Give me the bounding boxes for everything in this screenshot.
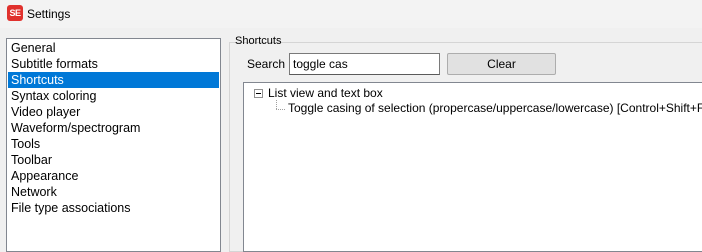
tree-item-toggle-casing[interactable]: Toggle casing of selection (propercase/u…: [288, 101, 702, 115]
search-label: Search: [247, 57, 286, 71]
sidebar-item-video-player[interactable]: Video player: [7, 104, 220, 120]
search-input[interactable]: [289, 53, 440, 75]
sidebar-item-toolbar[interactable]: Toolbar: [7, 152, 220, 168]
collapse-minus-icon[interactable]: [254, 89, 263, 98]
sidebar-item-subtitle-formats[interactable]: Subtitle formats: [7, 56, 220, 72]
sidebar-item-appearance[interactable]: Appearance: [7, 168, 220, 184]
sidebar-item-network[interactable]: Network: [7, 184, 220, 200]
settings-category-list[interactable]: General Subtitle formats Shortcuts Synta…: [6, 38, 221, 252]
shortcuts-tree-view[interactable]: List view and text box Toggle casing of …: [243, 82, 702, 252]
title-bar: SE Settings: [0, 0, 702, 28]
clear-button[interactable]: Clear: [447, 53, 556, 75]
tree-connector-line: [276, 100, 277, 109]
sidebar-item-shortcuts[interactable]: Shortcuts: [8, 72, 219, 88]
sidebar-item-tools[interactable]: Tools: [7, 136, 220, 152]
window-title: Settings: [27, 7, 71, 21]
app-logo-icon: SE: [7, 5, 23, 21]
sidebar-item-waveform-spectrogram[interactable]: Waveform/spectrogram: [7, 120, 220, 136]
tree-connector-line: [276, 109, 285, 110]
sidebar-item-syntax-coloring[interactable]: Syntax coloring: [7, 88, 220, 104]
sidebar-item-general[interactable]: General: [7, 40, 220, 56]
sidebar-item-file-type-associations[interactable]: File type associations: [7, 200, 220, 216]
shortcuts-group-label: Shortcuts: [235, 35, 282, 47]
tree-node-label[interactable]: List view and text box: [268, 86, 383, 100]
